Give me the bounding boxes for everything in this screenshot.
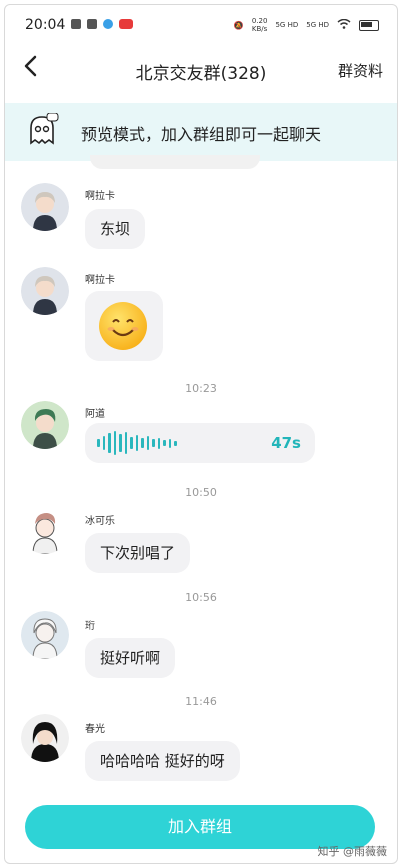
voice-message-bubble[interactable]: 47s	[85, 423, 315, 463]
message-timestamp: 11:46	[185, 695, 217, 708]
sender-name: 啊拉卡	[85, 191, 115, 202]
signal-2: 5G HD	[306, 21, 329, 29]
notification-icons	[71, 19, 133, 29]
status-indicators: 🔕 0.20 KB/s 5G HD 5G HD	[234, 17, 379, 33]
sender-name: 阿道	[85, 409, 105, 420]
smile-emoji-icon	[99, 302, 147, 350]
chat-app-icon	[87, 19, 97, 29]
group-info-button[interactable]: 群资料	[338, 60, 383, 81]
message-timestamp: 10:23	[185, 382, 217, 395]
avatar[interactable]	[21, 401, 69, 449]
message-timestamp: 10:56	[185, 591, 217, 604]
net-speed: 0.20 KB/s	[251, 17, 268, 33]
phone-screen: 20:04 🔕 0.20 KB/s 5G HD 5G HD 北京交友群(328)…	[4, 4, 398, 864]
sender-name: 珩	[85, 621, 95, 632]
avatar[interactable]	[21, 267, 69, 315]
avatar[interactable]	[21, 506, 69, 554]
preview-banner: 预览模式，加入群组即可一起聊天	[5, 103, 397, 161]
wifi-icon	[337, 18, 351, 31]
message-bubble[interactable]: 挺好听啊	[85, 638, 176, 678]
sender-name: 冰可乐	[85, 516, 115, 527]
avatar[interactable]	[21, 183, 69, 231]
watermark: 知乎 @雨薇薇	[317, 845, 388, 858]
banner-text: 预览模式，加入群组即可一起聊天	[81, 125, 322, 144]
nav-bar: 北京交友群(328) 群资料	[5, 47, 397, 91]
emoji-message-bubble[interactable]	[85, 291, 163, 361]
ghost-icon	[25, 112, 59, 147]
signal-1: 5G HD	[275, 21, 299, 29]
message-bubble[interactable]: 哈哈哈哈 挺好的呀	[85, 741, 240, 781]
status-bar: 20:04 🔕 0.20 KB/s 5G HD 5G HD	[5, 5, 397, 47]
avatar[interactable]	[21, 714, 69, 762]
sender-name: 啊拉卡	[85, 275, 115, 286]
qq-icon	[103, 19, 113, 29]
message-bubble[interactable]: 东坝	[85, 209, 146, 249]
message-timestamp: 10:50	[185, 486, 217, 499]
voice-duration: 47s	[271, 434, 301, 452]
message-bubble[interactable]: 下次别唱了	[85, 533, 191, 573]
status-time: 20:04	[25, 17, 66, 33]
sender-name: 春光	[85, 724, 105, 735]
app-badge-icon	[119, 19, 133, 29]
mute-icon: 🔕	[233, 20, 244, 30]
avatar[interactable]	[21, 611, 69, 659]
notification-icon	[71, 19, 81, 29]
battery-icon	[359, 19, 379, 31]
voice-waveform-icon	[97, 431, 177, 455]
previous-message-bubble	[90, 155, 260, 169]
